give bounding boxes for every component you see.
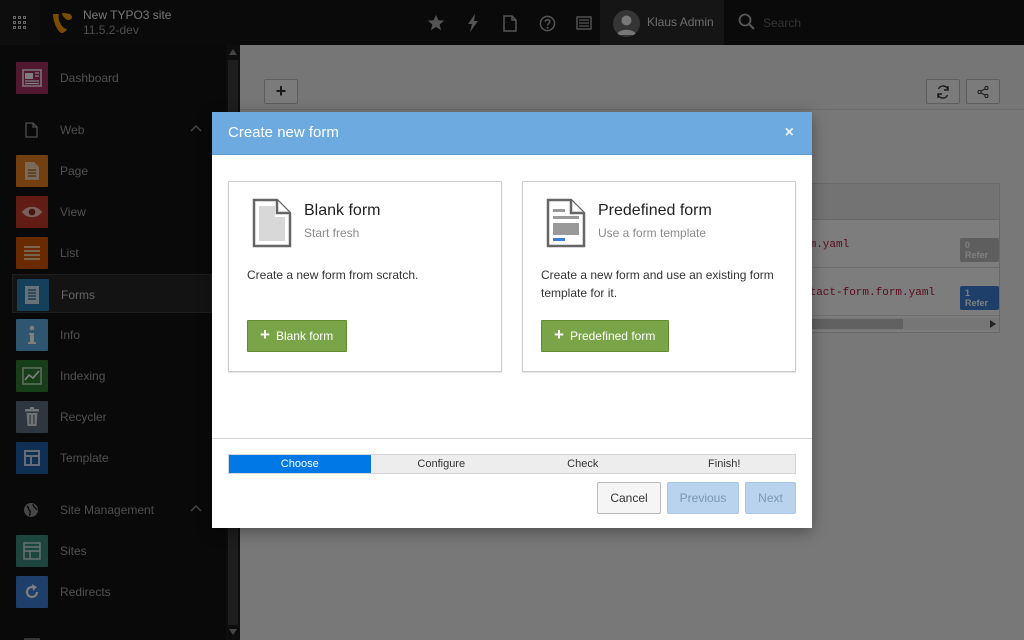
form-template-icon: [546, 198, 586, 248]
step-configure: Configure: [417, 458, 466, 470]
modal-header: Create new form ×: [212, 112, 812, 155]
card-description: Create a new form and use an existing fo…: [541, 268, 774, 300]
cancel-button[interactable]: Cancel: [597, 482, 661, 514]
card-description: Create a new form from scratch.: [247, 268, 419, 282]
step-choose: Choose: [229, 455, 371, 473]
blank-form-card[interactable]: Blank form Start fresh Create a new form…: [228, 181, 502, 372]
predefined-form-button[interactable]: + Predefined form: [541, 320, 670, 352]
wizard-progress: Choose Configure Check Finish!: [228, 454, 796, 474]
create-form-modal: Create new form × Blank form Start fresh…: [212, 112, 812, 528]
previous-button[interactable]: Previous: [667, 482, 739, 514]
close-icon[interactable]: ×: [785, 124, 794, 142]
card-subtitle: Start fresh: [304, 226, 360, 240]
modal-divider: [212, 438, 812, 439]
step-finish: Finish!: [708, 458, 741, 470]
predefined-form-card[interactable]: Predefined form Use a form template Crea…: [522, 181, 796, 372]
card-title: Blank form: [304, 202, 381, 219]
card-title: Predefined form: [598, 202, 712, 219]
blank-form-button[interactable]: + Blank form: [247, 320, 348, 352]
modal-title: Create new form: [228, 124, 339, 141]
button-label: Predefined form: [569, 329, 656, 343]
next-button[interactable]: Next: [745, 482, 796, 514]
plus-icon: +: [554, 325, 564, 344]
step-check: Check: [567, 458, 599, 470]
blank-document-icon: [252, 198, 292, 248]
plus-icon: +: [260, 325, 270, 344]
card-subtitle: Use a form template: [598, 226, 707, 240]
button-label: Blank form: [275, 329, 334, 343]
